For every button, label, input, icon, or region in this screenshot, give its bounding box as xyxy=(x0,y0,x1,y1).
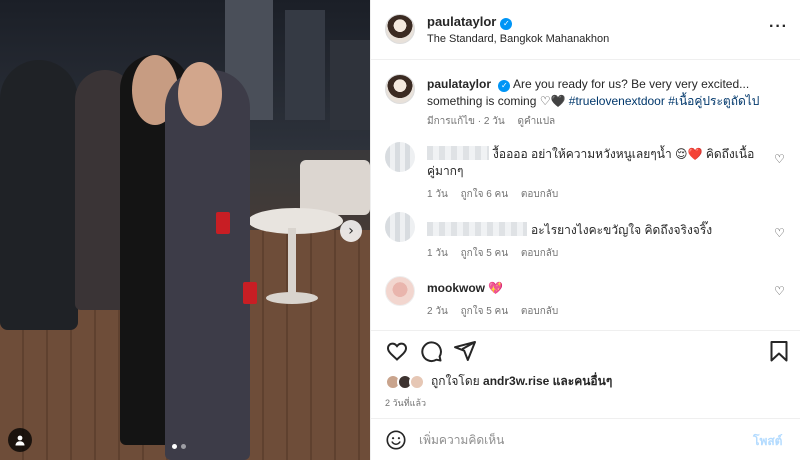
red-cup xyxy=(216,212,230,234)
photo-person xyxy=(0,60,78,330)
comment-username[interactable] xyxy=(427,146,489,160)
caption-meta: มีการแก้ไข · 2 วัน ดูคำแปล xyxy=(427,114,565,129)
heart-emoji: ♡🖤 xyxy=(539,94,566,108)
comment-body: อะไรยางไงคะขวัญใจ คิดถึงจริงจริ๊ง xyxy=(531,223,713,237)
comment-emoji: 💖 xyxy=(488,281,504,295)
comment-text: งื้ออออ อย่าให้ความหวังหนูเลยๆน้ำ 😌❤️ คิ… xyxy=(427,146,757,180)
reply-link[interactable]: ตอบกลับ xyxy=(521,248,558,259)
carousel-dot xyxy=(172,444,177,449)
photo-building xyxy=(285,10,325,120)
reply-link[interactable]: ตอบกลับ xyxy=(521,306,558,317)
comment-username[interactable] xyxy=(427,222,527,236)
action-bar xyxy=(371,330,800,368)
photo-woman-right xyxy=(165,70,250,460)
reply-link[interactable]: ตอบกลับ xyxy=(521,189,558,200)
avatar[interactable] xyxy=(385,74,415,104)
comment-input[interactable] xyxy=(419,429,729,451)
comment-time: 2 วัน xyxy=(427,306,448,317)
post-time[interactable]: 2 วันที่แล้ว xyxy=(385,396,426,410)
liked-by-user[interactable]: andr3w.rise xyxy=(483,374,549,388)
comment-meta: 2 วัน ถูกใจ 5 คน ตอบกลับ xyxy=(427,304,568,319)
post-header: paulataylor ✓ The Standard, Bangkok Mahan… xyxy=(371,0,800,60)
red-cup xyxy=(243,282,257,304)
liked-by-text: ถูกใจโดย andr3w.rise และคนอื่นๆ xyxy=(431,372,612,391)
liked-by: ถูกใจโดย andr3w.rise และคนอื่นๆ xyxy=(385,372,612,391)
edited-label: มีการแก้ไข · 2 วัน xyxy=(427,116,505,127)
header-username[interactable]: paulataylor ✓ xyxy=(427,14,513,30)
caption-text: paulataylor ✓ Are you ready for us? Be v… xyxy=(427,76,787,110)
liked-by-others[interactable]: คนอื่นๆ xyxy=(574,374,612,388)
photo-table-leg xyxy=(288,228,296,298)
like-comment-heart-icon[interactable]: ♡ xyxy=(774,152,785,166)
hashtag-link[interactable]: #เนื้อคู่ประตูถัดไป xyxy=(668,94,759,108)
photo-building xyxy=(330,40,370,130)
comment-text: mookwow 💖 xyxy=(427,280,757,297)
comment-emoji: 😌❤️ xyxy=(675,147,703,161)
comment-icon[interactable] xyxy=(419,339,443,363)
avatar[interactable] xyxy=(385,276,415,306)
comment-likes[interactable]: ถูกใจ 5 คน xyxy=(461,248,509,259)
carousel-dots xyxy=(172,444,186,449)
post-panel: paulataylor ✓ The Standard, Bangkok Mahan… xyxy=(370,0,800,460)
photo-sofa xyxy=(300,160,370,215)
liked-by-prefix: ถูกใจโดย xyxy=(431,374,480,388)
avatar[interactable] xyxy=(385,14,415,44)
comment-likes[interactable]: ถูกใจ 5 คน xyxy=(461,306,509,317)
instagram-post: › paulataylor ✓ The Standard, Bangkok Mah… xyxy=(0,0,800,460)
hashtag-link[interactable]: #trueloveneхtdoor xyxy=(569,94,665,108)
comment-meta: 1 วัน ถูกใจ 6 คน ตอบกลับ xyxy=(427,187,568,202)
emoji-icon[interactable] xyxy=(385,429,407,451)
share-icon[interactable] xyxy=(453,339,477,363)
photo-table-base xyxy=(266,292,318,304)
comment-likes[interactable]: ถูกใจ 6 คน xyxy=(461,189,509,200)
next-arrow-icon[interactable]: › xyxy=(340,220,362,242)
like-comment-heart-icon[interactable]: ♡ xyxy=(774,226,785,240)
comment-time: 1 วัน xyxy=(427,248,448,259)
more-icon[interactable]: ··· xyxy=(769,18,788,36)
post-photo[interactable]: › xyxy=(0,0,370,460)
bookmark-icon[interactable] xyxy=(767,339,791,363)
caption-username[interactable]: paulataylor xyxy=(427,77,491,91)
verified-badge-icon: ✓ xyxy=(500,18,513,30)
liked-by-and: และ xyxy=(552,374,575,388)
photo-woman-right-face xyxy=(178,62,222,126)
username-text[interactable]: paulataylor xyxy=(427,14,496,29)
add-comment-bar: โพสต์ xyxy=(371,418,800,460)
comment-body: งื้ออออ อย่าให้ความหวังหนูเลยๆน้ำ xyxy=(493,147,672,161)
avatar[interactable] xyxy=(385,212,415,242)
verified-badge-icon: ✓ xyxy=(498,80,511,92)
comment-text: อะไรยางไงคะขวัญใจ คิดถึงจริงจริ๊ง xyxy=(427,222,757,239)
comment-meta: 1 วัน ถูกใจ 5 คน ตอบกลับ xyxy=(427,246,568,261)
tag-user-icon[interactable] xyxy=(8,428,32,452)
location-link[interactable]: The Standard, Bangkok Mahanakhon xyxy=(427,33,609,45)
avatar[interactable] xyxy=(385,142,415,172)
avatar xyxy=(409,373,425,390)
comment-time: 1 วัน xyxy=(427,189,448,200)
caption: paulataylor ✓ Are you ready for us? Be v… xyxy=(371,70,800,130)
carousel-dot xyxy=(181,444,186,449)
post-comment-button[interactable]: โพสต์ xyxy=(753,432,782,451)
like-comment-heart-icon[interactable]: ♡ xyxy=(774,284,785,298)
heart-icon[interactable] xyxy=(385,339,409,363)
comment-username[interactable]: mookwow xyxy=(427,281,485,295)
translate-link[interactable]: ดูคำแปล xyxy=(517,116,555,127)
